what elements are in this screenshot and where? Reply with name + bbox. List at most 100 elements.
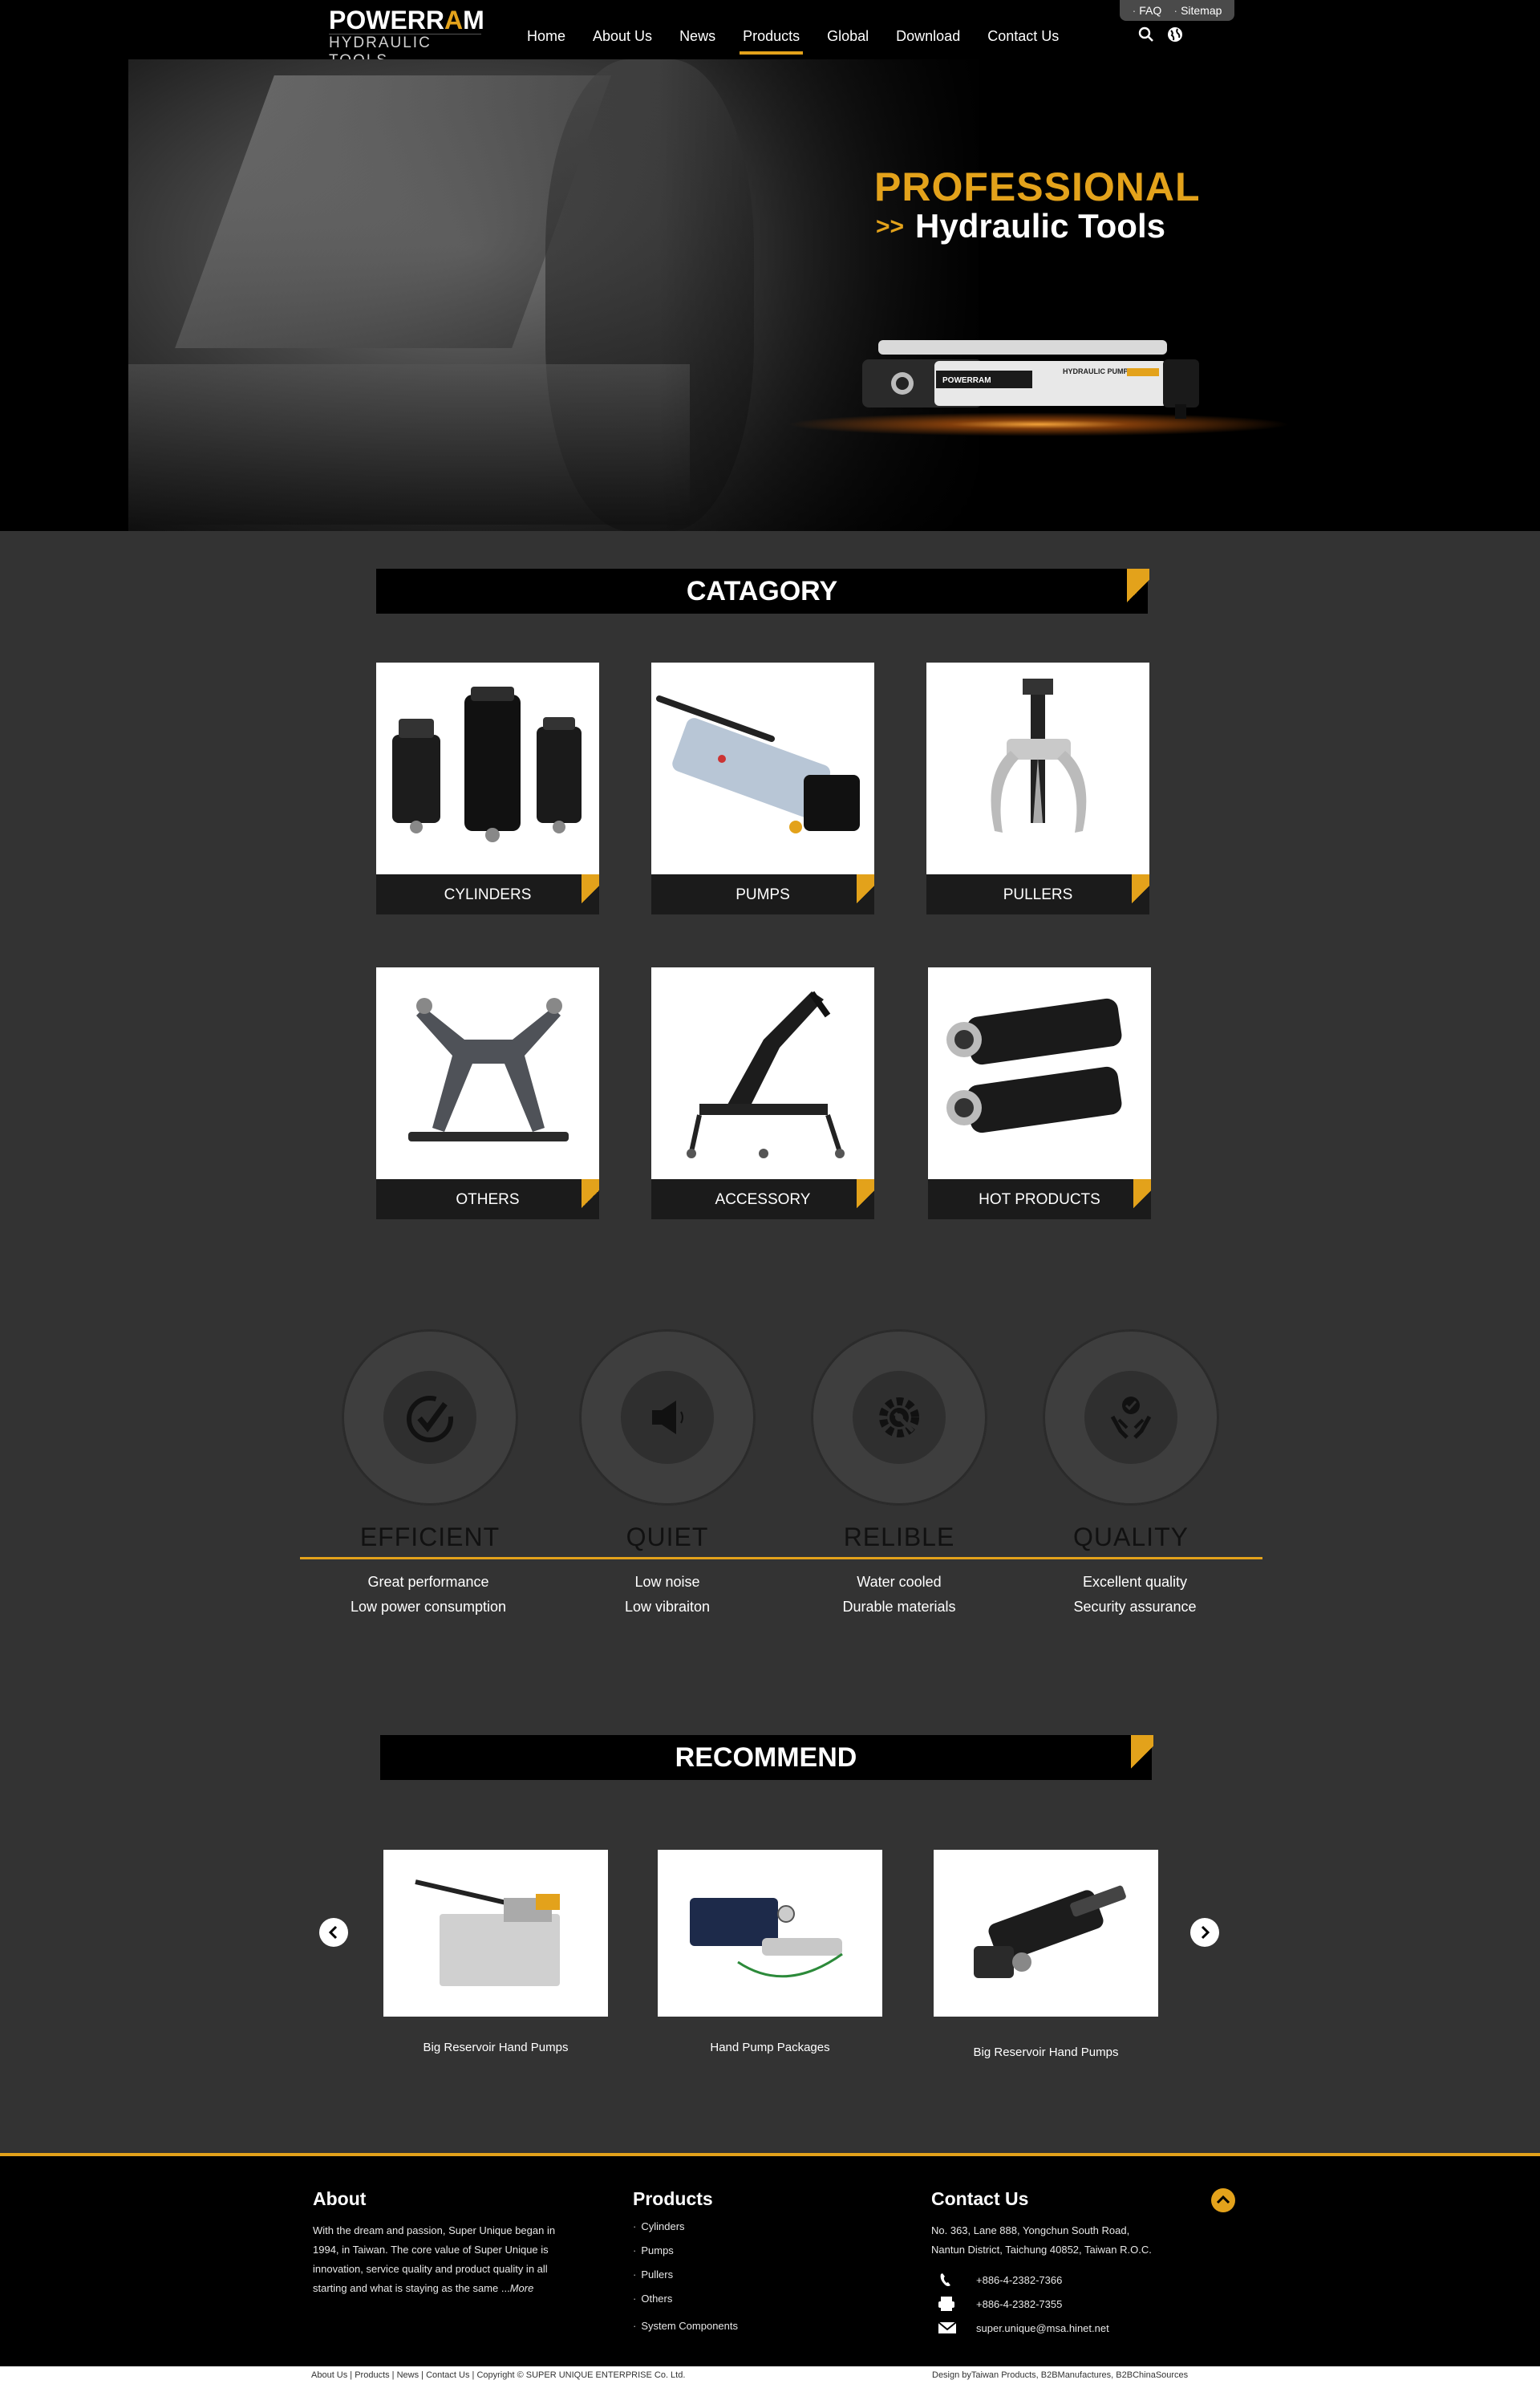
nav-global[interactable]: Global bbox=[813, 0, 882, 59]
category-card-pullers[interactable]: PULLERS bbox=[926, 663, 1149, 918]
nav-home[interactable]: Home bbox=[513, 0, 579, 59]
recommend-item[interactable]: Big Reservoir Hand Pumps bbox=[934, 1850, 1158, 2059]
features-divider bbox=[300, 1557, 1262, 1559]
category-label: PULLERS bbox=[926, 874, 1149, 914]
hero-banner: PROFESSIONAL >> Hydraulic Tools POWERRAM … bbox=[0, 59, 1540, 531]
top-utility-bar: · FAQ · Sitemap bbox=[1120, 0, 1234, 21]
feature-desc-efficient: Great performance Low power consumption bbox=[350, 1574, 507, 1615]
mail-icon bbox=[938, 2321, 957, 2333]
logo[interactable]: POWERRAM HYDRAULIC TOOLS bbox=[329, 6, 484, 69]
copyright-right: Design byTaiwan Products, B2BManufacture… bbox=[932, 2370, 1189, 2380]
footer-phone: +886-4-2382-7366 bbox=[931, 2268, 1152, 2292]
site-header: POWERRAM HYDRAULIC TOOLS Home About Us N… bbox=[0, 0, 1540, 69]
hands-check-icon bbox=[1110, 1397, 1152, 1439]
hero-title: PROFESSIONAL bbox=[874, 164, 1201, 209]
footer-contact: Contact Us No. 363, Lane 888, Yongchun S… bbox=[931, 2188, 1152, 2340]
hydraulic-pump-image: POWERRAM HYDRAULIC PUMP bbox=[862, 340, 1199, 419]
nav-about-us[interactable]: About Us bbox=[579, 0, 666, 59]
carousel-next-button[interactable] bbox=[1190, 1918, 1219, 1947]
category-label: HOT PRODUCTS bbox=[928, 1179, 1151, 1219]
footer-about-text: With the dream and passion, Super Unique… bbox=[313, 2224, 556, 2294]
chevron-left-icon bbox=[328, 1925, 338, 1940]
recommend-title: RECOMMEND bbox=[675, 1742, 857, 1773]
footer-product-link[interactable]: · Cylinders bbox=[633, 2215, 738, 2239]
category-label: PUMPS bbox=[651, 874, 874, 914]
recommend-caption: Hand Pump Packages bbox=[710, 2041, 830, 2054]
footer-products: Products · Cylinders · Pumps · Pullers · Oth… bbox=[633, 2188, 738, 2338]
carousel-prev-button[interactable] bbox=[319, 1918, 348, 1947]
recommend-image bbox=[383, 1850, 608, 2017]
feature-desc-quality: Excellent quality Security assurance bbox=[1073, 1574, 1197, 1615]
recommend-caption: Big Reservoir Hand Pumps bbox=[423, 2041, 569, 2054]
chevron-right-icon bbox=[1201, 1925, 1210, 1940]
recommend-header: RECOMMEND bbox=[380, 1735, 1153, 1780]
footer-products-title: Products bbox=[633, 2188, 713, 2209]
footer-about-title: About bbox=[313, 2188, 367, 2209]
nav-download[interactable]: Download bbox=[882, 0, 974, 59]
search-icon[interactable] bbox=[1137, 26, 1155, 43]
footer-product-link[interactable]: · System Components bbox=[633, 2314, 738, 2338]
category-title: CATAGORY bbox=[686, 576, 838, 606]
svg-text:HYDRAULIC PUMP: HYDRAULIC PUMP bbox=[1063, 367, 1129, 375]
back-to-top-button[interactable] bbox=[1211, 2188, 1235, 2212]
nav-products[interactable]: Products bbox=[729, 0, 813, 59]
phone-icon bbox=[940, 2273, 950, 2286]
category-header: CATAGORY bbox=[376, 569, 1149, 614]
faq-link[interactable]: · FAQ bbox=[1133, 4, 1162, 17]
category-label: OTHERS bbox=[376, 1179, 599, 1219]
category-image bbox=[376, 663, 599, 874]
main-nav: Home About Us News Products Global Downl… bbox=[513, 0, 1072, 59]
footer-address: No. 363, Lane 888, Yongchun South Road, N… bbox=[931, 2224, 1152, 2256]
gear-wrench-icon bbox=[879, 1397, 919, 1437]
feature-quality: QUALITY bbox=[1043, 1330, 1219, 1552]
category-card-accessory[interactable]: ACCESSORY bbox=[651, 967, 874, 1222]
feature-desc-quiet: Low noise Low vibraiton bbox=[624, 1574, 711, 1615]
category-card-hot-products[interactable]: HOT PRODUCTS bbox=[928, 967, 1151, 1222]
nav-contact-us[interactable]: Contact Us bbox=[974, 0, 1072, 59]
category-image bbox=[651, 967, 874, 1179]
recommend-image bbox=[658, 1850, 882, 2017]
footer-email[interactable]: super.unique@msa.hinet.net bbox=[931, 2316, 1152, 2340]
speaker-icon bbox=[652, 1401, 683, 1434]
recommend-image bbox=[934, 1850, 1158, 2017]
category-image bbox=[651, 663, 874, 874]
page: POWERRAM HYDRAULIC TOOLS Home About Us N… bbox=[0, 0, 1540, 2384]
feature-quiet: QUIET bbox=[579, 1330, 756, 1552]
category-card-others[interactable]: OTHERS bbox=[376, 967, 599, 1222]
footer-contact-title: Contact Us bbox=[931, 2188, 1029, 2209]
feature-name: QUALITY bbox=[1073, 1522, 1189, 1551]
category-card-pumps[interactable]: PUMPS bbox=[651, 663, 874, 918]
footer-fax: +886-4-2382-7355 bbox=[931, 2292, 1152, 2316]
category-label: CYLINDERS bbox=[376, 874, 599, 914]
recommend-item[interactable]: Big Reservoir Hand Pumps bbox=[383, 1850, 608, 2054]
footer-product-link[interactable]: · Others bbox=[633, 2287, 738, 2311]
svg-text:POWERRAM: POWERRAM bbox=[942, 376, 991, 385]
feature-desc-relible: Water cooled Durable materials bbox=[842, 1574, 956, 1615]
feature-efficient: EFFICIENT bbox=[342, 1330, 518, 1552]
logo-brand: POWERRAM bbox=[329, 6, 484, 34]
feature-name: QUIET bbox=[626, 1522, 709, 1551]
header-icons bbox=[1137, 26, 1184, 43]
site-footer: About With the dream and passion, Super … bbox=[0, 2153, 1540, 2384]
footer-about: About With the dream and passion, Super … bbox=[313, 2188, 578, 2298]
nav-news[interactable]: News bbox=[666, 0, 729, 59]
footer-product-link[interactable]: · Pumps bbox=[633, 2239, 738, 2263]
copyright-bar: About Us | Products | News | Contact Us … bbox=[0, 2366, 1540, 2384]
feature-name: RELIBLE bbox=[843, 1522, 955, 1551]
feature-relible: RELIBLE bbox=[811, 1330, 987, 1552]
globe-icon[interactable] bbox=[1166, 26, 1184, 43]
category-image bbox=[928, 967, 1151, 1179]
hero-subtitle: >> Hydraulic Tools bbox=[876, 207, 1165, 245]
chevron-up-icon bbox=[1216, 2195, 1230, 2204]
check-gauge-icon bbox=[407, 1396, 453, 1442]
category-label: ACCESSORY bbox=[651, 1179, 874, 1219]
fax-icon bbox=[938, 2297, 954, 2311]
footer-product-link[interactable]: · Pullers bbox=[633, 2263, 738, 2287]
more-link[interactable]: More bbox=[510, 2282, 534, 2294]
category-image bbox=[926, 663, 1149, 874]
recommend-item[interactable]: Hand Pump Packages bbox=[658, 1850, 882, 2054]
copyright-left: About Us | Products | News | Contact Us … bbox=[311, 2370, 686, 2380]
category-card-cylinders[interactable]: CYLINDERS bbox=[376, 663, 599, 918]
sitemap-link[interactable]: · Sitemap bbox=[1173, 4, 1222, 17]
feature-name: EFFICIENT bbox=[359, 1522, 500, 1551]
